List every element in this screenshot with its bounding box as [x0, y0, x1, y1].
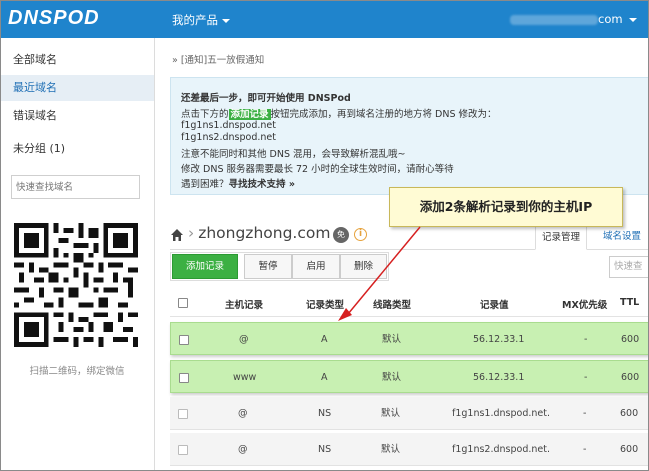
notice-propagation: 修改 DNS 服务器需要最长 72 小时的全球生效时间，请耐心等待 — [181, 164, 454, 175]
cell-type: A — [321, 372, 328, 383]
tab-domain-settings[interactable]: 域名设置 — [597, 226, 647, 250]
my-products-menu[interactable]: 我的产品 — [172, 12, 230, 28]
cell-ttl: 600 — [621, 334, 640, 345]
cell-host: @ — [238, 408, 248, 419]
account-suffix: com — [598, 12, 623, 26]
setup-notice: 还差最后一步，即可开始使用 DNSPod 点击下方的 添加记录 按钮完成添加，再到域… — [170, 77, 649, 195]
sidebar: 全部域名 最近域名 错误域名 未分组 (1) 扫描二维码，绑定微信 — [0, 38, 155, 471]
qr-caption: 扫描二维码，绑定微信 — [29, 366, 125, 377]
chevron-down-icon — [222, 18, 230, 23]
chevron-down-icon — [628, 17, 637, 22]
table-row[interactable]: @ NS 默认 f1g1ns1.dnspod.net. - 600 — [170, 397, 649, 430]
table-row[interactable]: @ NS 默认 f1g1ns2.dnspod.net. - 600 — [170, 433, 649, 466]
cell-line: 默认 — [381, 444, 401, 455]
delete-button[interactable]: 删除 — [340, 254, 387, 279]
breadcrumb-separator: › — [188, 224, 195, 242]
cell-mx: - — [583, 408, 587, 419]
cell-value: 56.12.33.1 — [473, 372, 525, 383]
sidebar-item-all-domains[interactable]: 全部域名 — [0, 47, 154, 73]
row-checkbox[interactable] — [179, 335, 189, 345]
add-record-highlight: 添加记录 — [228, 109, 271, 120]
column-header-mx: MX优先级 — [562, 300, 608, 311]
cell-mx: - — [584, 334, 588, 345]
notice-help: 遇到困难？寻找技术支持 » — [181, 179, 295, 190]
cell-type: A — [321, 334, 328, 345]
cell-ttl: 600 — [620, 408, 639, 419]
announcement-link[interactable]: » [通知]五一放假通知 — [172, 52, 264, 66]
top-nav-bar: DNSPOD 我的产品 com — [0, 0, 649, 38]
domain-title: › zhongzhong.com — [188, 224, 331, 242]
nameserver-2: f1g1ns2.dnspod.net — [181, 132, 276, 143]
sidebar-item-ungrouped[interactable]: 未分组 (1) — [0, 136, 154, 162]
domain-search-input[interactable] — [11, 175, 140, 199]
sidebar-item-recent-domains[interactable]: 最近域名 — [0, 75, 154, 101]
notice-line-1: 点击下方的 添加记录 按钮完成添加，再到域名注册的地方将 DNS 修改为： — [181, 109, 497, 120]
cell-value: f1g1ns2.dnspod.net. — [452, 444, 551, 455]
table-row[interactable]: www A 默认 56.12.33.1 - 600 — [170, 360, 649, 393]
add-record-button[interactable]: 添加记录 — [172, 254, 238, 279]
notice-warning: 注意不能同时和其他 DNS 混用，会导致解析混乱哦~ — [181, 149, 406, 160]
enable-button[interactable]: 启用 — [292, 254, 340, 279]
free-plan-badge-icon[interactable]: 免 — [333, 227, 349, 243]
pause-button[interactable]: 暂停 — [244, 254, 292, 279]
tech-support-link[interactable]: 寻找技术支持 » — [229, 179, 295, 190]
row-checkbox[interactable] — [178, 445, 188, 455]
record-search-input[interactable]: 快速查 — [609, 256, 649, 278]
column-header-line: 线路类型 — [373, 300, 412, 311]
cell-line: 默认 — [382, 372, 402, 383]
cell-host: @ — [239, 334, 249, 345]
cell-type: NS — [318, 408, 332, 419]
cell-mx: - — [584, 372, 588, 383]
column-header-ttl: TTL — [620, 297, 640, 308]
cell-ttl: 600 — [621, 372, 640, 383]
cell-line: 默认 — [382, 334, 402, 345]
column-header-host: 主机记录 — [225, 300, 264, 311]
dnspod-logo[interactable]: DNSPOD — [8, 7, 100, 30]
table-header-divider — [170, 316, 649, 317]
cell-mx: - — [583, 444, 587, 455]
home-icon[interactable] — [170, 228, 184, 242]
sidebar-item-error-domains[interactable]: 错误域名 — [0, 103, 154, 129]
row-checkbox[interactable] — [179, 373, 189, 383]
tab-record-management[interactable]: 记录管理 — [535, 226, 588, 250]
cell-value: f1g1ns1.dnspod.net. — [452, 408, 551, 419]
account-email-blurred — [510, 14, 598, 25]
nameserver-1: f1g1ns1.dnspod.net — [181, 120, 276, 131]
cell-line: 默认 — [381, 408, 401, 419]
row-checkbox[interactable] — [178, 409, 188, 419]
cell-value: 56.12.33.1 — [473, 334, 525, 345]
info-icon[interactable]: i — [354, 228, 367, 241]
account-menu[interactable]: com — [510, 12, 637, 26]
column-header-value: 记录值 — [480, 300, 509, 311]
annotation-callout: 添加2条解析记录到你的主机IP — [389, 187, 623, 227]
wechat-qr-code — [14, 223, 138, 347]
select-all-checkbox[interactable] — [178, 298, 188, 308]
table-row[interactable]: @ A 默认 56.12.33.1 - 600 — [170, 322, 649, 355]
cell-ttl: 600 — [620, 444, 639, 455]
notice-title: 还差最后一步，即可开始使用 DNSPod — [181, 93, 351, 104]
column-header-type: 记录类型 — [306, 300, 345, 311]
cell-host: @ — [238, 444, 248, 455]
my-products-label: 我的产品 — [172, 13, 218, 27]
cell-host: www — [233, 372, 257, 383]
cell-type: NS — [318, 444, 332, 455]
